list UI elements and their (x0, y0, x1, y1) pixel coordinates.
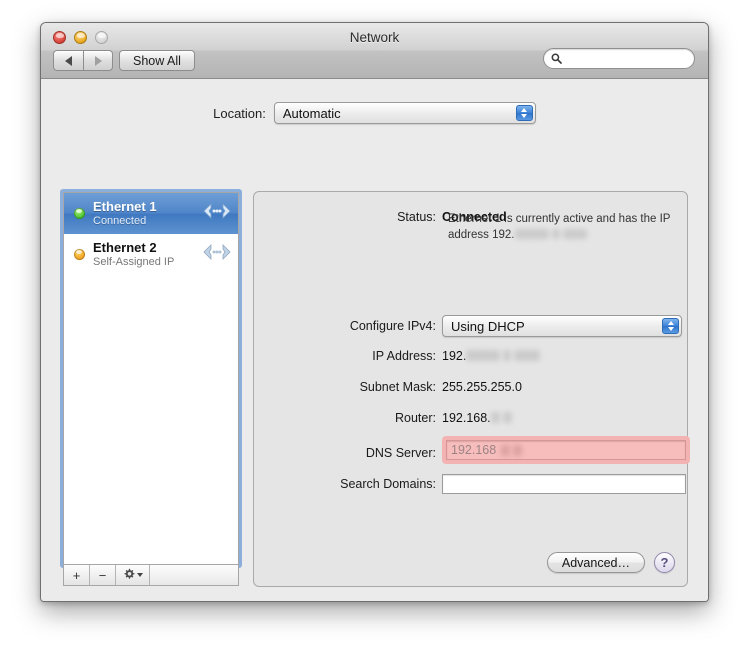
redacted-ip-part (466, 350, 501, 361)
ip-address-row: IP Address: 192. (254, 349, 687, 363)
dns-server-label: DNS Server: (365, 445, 436, 460)
redacted-ip-part (514, 228, 549, 239)
interface-list[interactable]: Ethernet 1 Connected Ethernet 2 Self-Ass… (63, 192, 239, 565)
interface-actions-button[interactable] (116, 565, 150, 585)
router-row: Router: 192.168. (254, 411, 687, 425)
search-icon (551, 53, 562, 64)
search-field[interactable] (543, 48, 695, 69)
navigation-buttons (53, 50, 113, 71)
redacted-ip-part (513, 444, 523, 456)
window-body: Location: Automatic Ethernet 1 Connected (41, 79, 708, 601)
advanced-button[interactable]: Advanced… (546, 552, 645, 573)
remove-interface-button[interactable]: − (90, 565, 116, 585)
configure-ipv4-row: Configure IPv4: Using DHCP (254, 315, 687, 337)
help-button[interactable]: ? (654, 552, 675, 573)
redacted-ip-part (502, 412, 512, 423)
status-label: Status: (397, 210, 436, 224)
gear-icon (123, 568, 135, 583)
redacted-ip-part (551, 228, 560, 239)
dns-server-row: DNS Server: 192.168 (254, 436, 690, 464)
interface-name: Ethernet 1 (93, 198, 157, 214)
network-preferences-window: Network Show All Location: Automatic Eth… (40, 22, 709, 602)
subnet-mask-value: 255.255.255.0 (442, 380, 522, 394)
interface-status: Self-Assigned IP (93, 255, 175, 268)
chevron-down-icon (136, 573, 143, 577)
window-titlebar: Network Show All (41, 23, 708, 79)
configure-ipv4-popup-button[interactable]: Using DHCP (442, 315, 682, 337)
sidebar-item-ethernet-1[interactable]: Ethernet 1 Connected (64, 193, 238, 234)
forward-button[interactable] (83, 50, 113, 71)
redacted-ip-part (562, 228, 587, 239)
redacted-ip-part (514, 350, 541, 361)
search-domains-row: Search Domains: (254, 474, 687, 494)
add-interface-button[interactable]: + (64, 565, 90, 585)
toolbar-filler (150, 565, 238, 585)
search-domains-input[interactable] (442, 474, 686, 494)
interface-details-panel: Status: Connected Ethernet 1 is currentl… (253, 191, 690, 587)
redacted-ip-part (501, 444, 511, 456)
search-domains-label: Search Domains: (340, 477, 436, 491)
redacted-ip-part (503, 350, 512, 361)
panel-actions: Advanced… ? (546, 552, 675, 573)
dns-server-value: 192.168 (451, 443, 497, 457)
dns-server-input[interactable]: 192.168 (446, 440, 686, 460)
sidebar-item-ethernet-2[interactable]: Ethernet 2 Self-Assigned IP (64, 234, 238, 275)
router-value: 192.168. (442, 411, 491, 425)
location-row: Location: Automatic (41, 102, 708, 124)
subnet-mask-label: Subnet Mask: (359, 380, 436, 394)
ip-address-label: IP Address: (372, 349, 436, 363)
chevron-updown-icon (515, 105, 533, 121)
router-label: Router: (395, 411, 436, 425)
ethernet-icon (202, 202, 232, 225)
screen: Network Show All Location: Automatic Eth… (0, 0, 748, 659)
show-all-button[interactable]: Show All (119, 50, 195, 71)
dns-server-error-highlight: 192.168 (442, 436, 690, 464)
status-dot-icon (74, 249, 85, 260)
interface-status: Connected (93, 214, 147, 227)
location-selected-value: Automatic (282, 105, 341, 121)
status-description: Ethernet 1 is currently active and has t… (448, 212, 686, 243)
forward-arrow-icon (94, 55, 102, 66)
location-popup-button[interactable]: Automatic (273, 102, 536, 124)
interface-list-toolbar: + − (63, 565, 239, 586)
configure-ipv4-value: Using DHCP (451, 318, 525, 334)
ip-address-value: 192. (442, 349, 467, 363)
back-button[interactable] (53, 50, 83, 71)
status-dot-icon (74, 208, 85, 219)
ethernet-icon (202, 243, 232, 266)
window-title: Network (349, 30, 400, 45)
subnet-mask-row: Subnet Mask: 255.255.255.0 (254, 380, 687, 394)
redacted-ip-part (490, 412, 500, 423)
configure-ipv4-label: Configure IPv4: (349, 319, 436, 333)
location-label: Location: (213, 105, 266, 121)
interface-name: Ethernet 2 (93, 239, 157, 255)
back-arrow-icon (65, 55, 72, 66)
chevron-updown-icon (662, 318, 679, 334)
search-input[interactable] (566, 50, 680, 67)
